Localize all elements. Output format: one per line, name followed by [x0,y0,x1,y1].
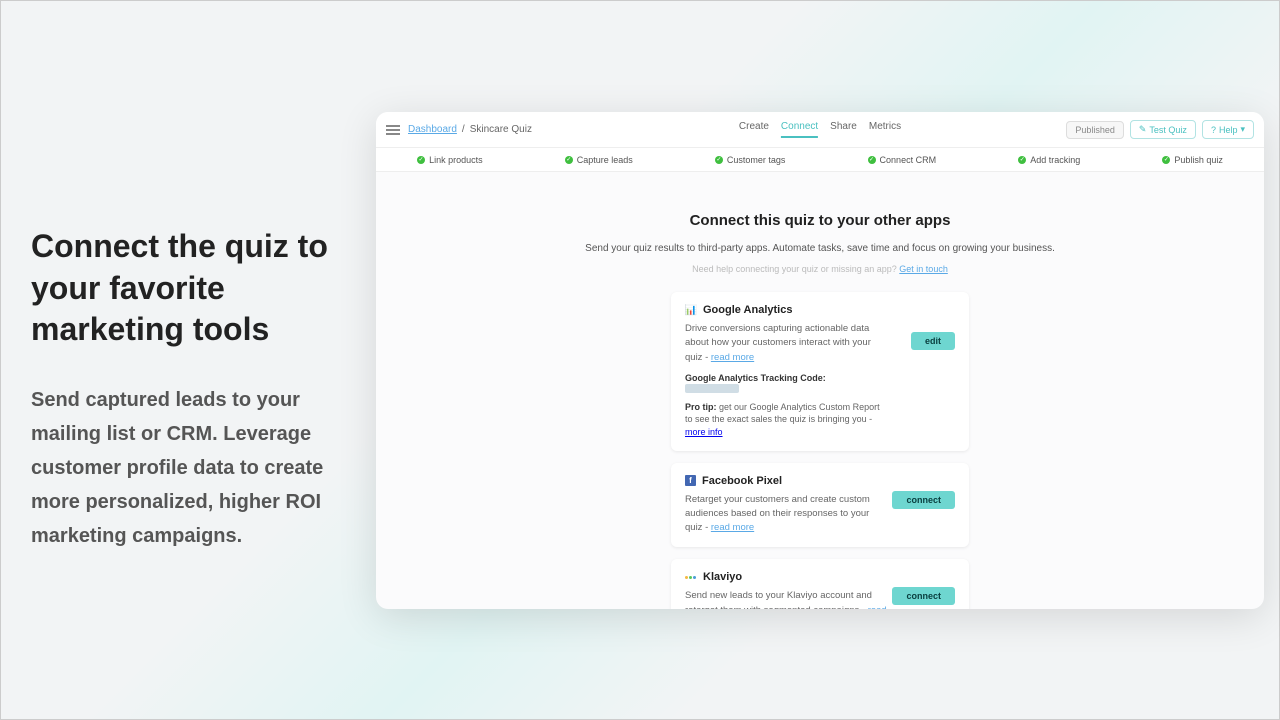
klaviyo-icon [685,571,697,583]
help-button[interactable]: ? Help ▾ [1202,120,1254,139]
step-publish-quiz[interactable]: ✓Publish quiz [1162,155,1223,165]
app-window: Dashboard / Skincare Quiz Create Connect… [376,112,1264,609]
step-customer-tags[interactable]: ✓Customer tags [715,155,786,165]
published-badge[interactable]: Published [1066,121,1124,139]
step-connect-crm[interactable]: ✓Connect CRM [868,155,937,165]
marketing-copy: Connect the quiz to your favorite market… [31,226,351,553]
nav-connect[interactable]: Connect [781,121,818,138]
breadcrumb: Dashboard / Skincare Quiz [408,124,532,135]
integration-title: Google Analytics [703,304,792,316]
connect-panel: Connect this quiz to your other apps Sen… [376,172,1264,609]
check-icon: ✓ [715,156,723,164]
facebook-icon: f [685,475,696,486]
integration-title: Klaviyo [703,571,742,583]
connect-button[interactable]: connect [892,491,955,509]
nav-share[interactable]: Share [830,121,857,138]
edit-icon: ✎ [1139,124,1147,135]
read-more-link[interactable]: read more [711,522,754,533]
panel-help: Need help connecting your quiz or missin… [396,264,1244,274]
main-nav: Create Connect Share Metrics [739,121,901,138]
menu-icon[interactable] [386,125,400,135]
marketing-headline: Connect the quiz to your favorite market… [31,226,351,351]
ga-tracking-code-label: Google Analytics Tracking Code: [685,373,955,393]
integration-google-analytics: 📊 Google Analytics Drive conversions cap… [671,292,969,451]
nav-metrics[interactable]: Metrics [869,121,901,138]
panel-sub: Send your quiz results to third-party ap… [396,243,1244,254]
step-link-products[interactable]: ✓Link products [417,155,483,165]
test-quiz-button[interactable]: ✎ Test Quiz [1130,120,1196,139]
breadcrumb-current: Skincare Quiz [470,124,532,135]
step-capture-leads[interactable]: ✓Capture leads [565,155,633,165]
google-analytics-icon: 📊 [685,304,697,316]
setup-steps: ✓Link products ✓Capture leads ✓Customer … [376,148,1264,172]
marketing-body: Send captured leads to your mailing list… [31,383,351,553]
check-icon: ✓ [417,156,425,164]
step-add-tracking[interactable]: ✓Add tracking [1018,155,1080,165]
breadcrumb-sep: / [462,124,465,135]
edit-button[interactable]: edit [911,332,955,350]
get-in-touch-link[interactable]: Get in touch [899,264,948,274]
breadcrumb-dashboard[interactable]: Dashboard [408,124,457,135]
more-info-link[interactable]: more info [685,427,723,437]
integration-klaviyo: Klaviyo Send new leads to your Klaviyo a… [671,559,969,609]
check-icon: ✓ [1162,156,1170,164]
topbar: Dashboard / Skincare Quiz Create Connect… [376,112,1264,148]
panel-heading: Connect this quiz to your other apps [396,212,1244,229]
ga-tracking-code-value [685,384,739,393]
read-more-link[interactable]: read more [711,352,754,363]
question-icon: ? [1211,125,1216,135]
integration-title: Facebook Pixel [702,475,782,487]
nav-create[interactable]: Create [739,121,769,138]
check-icon: ✓ [868,156,876,164]
chevron-down-icon: ▾ [1240,124,1245,135]
connect-button[interactable]: connect [892,587,955,605]
check-icon: ✓ [1018,156,1026,164]
topbar-actions: Published ✎ Test Quiz ? Help ▾ [1066,120,1254,139]
integration-facebook-pixel: f Facebook Pixel Retarget your customers… [671,463,969,548]
check-icon: ✓ [565,156,573,164]
integration-list: 📊 Google Analytics Drive conversions cap… [396,292,1244,609]
